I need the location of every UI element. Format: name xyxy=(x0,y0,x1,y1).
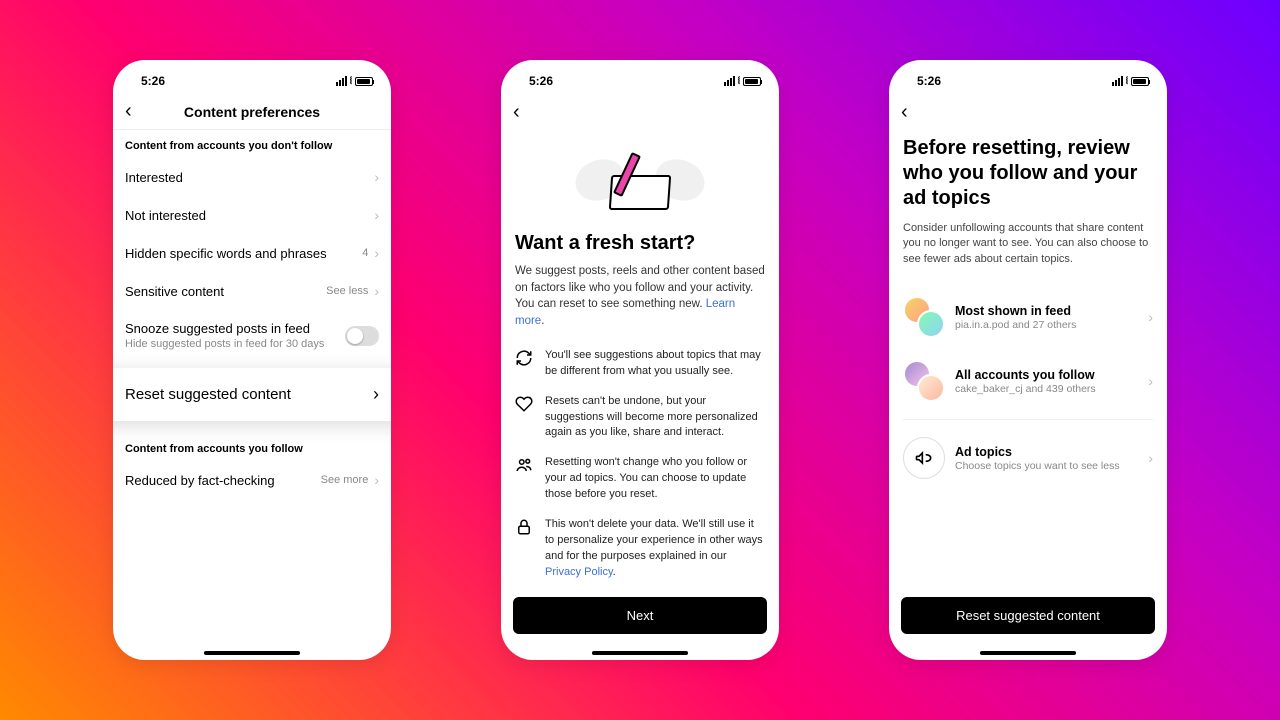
status-icons: ⧙ xyxy=(1112,75,1149,88)
nav-bar: ‹ xyxy=(501,94,779,130)
reset-button[interactable]: Reset suggested content xyxy=(901,597,1155,634)
status-bar: 5:26 ⧙ xyxy=(501,68,779,94)
chevron-right-icon: › xyxy=(373,384,379,405)
phone-content-preferences: 5:26 ⧙ ‹ Content preferences Content fro… xyxy=(113,60,391,660)
row-not-interested[interactable]: Not interested › xyxy=(113,196,391,234)
content-area: Content from accounts you don't follow I… xyxy=(113,130,391,660)
back-button[interactable]: ‹ xyxy=(121,96,136,127)
people-icon xyxy=(515,455,535,503)
nav-bar: ‹ Content preferences xyxy=(113,94,391,130)
feature-text: You'll see suggestions about topics that… xyxy=(545,348,765,380)
content-area: Want a fresh start? We suggest posts, re… xyxy=(501,130,779,660)
feature-privacy: This won't delete your data. We'll still… xyxy=(515,517,765,581)
chevron-right-icon: › xyxy=(374,207,379,223)
sensitive-meta: See less xyxy=(326,285,368,297)
chevron-right-icon: › xyxy=(374,245,379,261)
chevron-right-icon: › xyxy=(374,283,379,299)
cellular-signal-icon xyxy=(724,76,735,86)
chevron-right-icon: › xyxy=(1148,373,1153,389)
chevron-right-icon: › xyxy=(374,169,379,185)
status-time: 5:26 xyxy=(529,74,553,88)
row-title: Most shown in feed xyxy=(955,304,1138,318)
hidden-words-count: 4 xyxy=(362,247,368,259)
status-bar: 5:26 ⧙ xyxy=(889,68,1167,94)
home-indicator[interactable] xyxy=(980,651,1076,655)
row-subtitle: pia.in.a.pod and 27 others xyxy=(955,319,1138,331)
row-most-shown[interactable]: Most shown in feed pia.in.a.pod and 27 o… xyxy=(903,285,1153,349)
lock-icon xyxy=(515,517,535,581)
row-label: Interested xyxy=(125,170,374,185)
snooze-subtitle: Hide suggested posts in feed for 30 days xyxy=(125,338,345,350)
review-title: Before resetting, review who you follow … xyxy=(903,136,1153,211)
feature-text: Resets can't be undone, but your suggest… xyxy=(545,394,765,442)
reduced-meta: See more xyxy=(321,474,369,486)
reset-label: Reset suggested content xyxy=(125,386,291,403)
row-title: All accounts you follow xyxy=(955,368,1138,382)
feature-text: This won't delete your data. We'll still… xyxy=(545,517,765,581)
divider xyxy=(903,419,1153,420)
status-icons: ⧙ xyxy=(724,75,761,88)
status-time: 5:26 xyxy=(917,74,941,88)
battery-icon xyxy=(1131,77,1149,86)
back-button[interactable]: ‹ xyxy=(897,97,912,128)
row-sensitive-content[interactable]: Sensitive content See less › xyxy=(113,272,391,310)
row-label: Hidden specific words and phrases xyxy=(125,246,362,261)
page-title: Content preferences xyxy=(113,104,391,120)
chevron-right-icon: › xyxy=(1148,450,1153,466)
section-header-dont-follow: Content from accounts you don't follow xyxy=(113,130,391,158)
privacy-policy-link[interactable]: Privacy Policy xyxy=(545,566,613,578)
avatar-stack xyxy=(903,296,945,338)
content-area: Before resetting, review who you follow … xyxy=(889,130,1167,660)
cellular-signal-icon xyxy=(336,76,347,86)
feature-text: Resetting won't change who you follow or… xyxy=(545,455,765,503)
row-subtitle: Choose topics you want to see less xyxy=(955,460,1138,472)
section-header-follow: Content from accounts you follow xyxy=(113,433,391,461)
row-hidden-words[interactable]: Hidden specific words and phrases 4 › xyxy=(113,234,391,272)
wifi-icon: ⧙ xyxy=(350,75,352,88)
heart-icon xyxy=(515,394,535,442)
row-label: Not interested xyxy=(125,208,374,223)
refresh-icon xyxy=(515,348,535,380)
row-label: Sensitive content xyxy=(125,284,326,299)
battery-icon xyxy=(743,77,761,86)
row-reduced-fact-check[interactable]: Reduced by fact-checking See more › xyxy=(113,461,391,499)
wifi-icon: ⧙ xyxy=(1126,75,1128,88)
home-indicator[interactable] xyxy=(204,651,300,655)
phone-fresh-start: 5:26 ⧙ ‹ Want a fresh start? We suggest … xyxy=(501,60,779,660)
status-time: 5:26 xyxy=(141,74,165,88)
pencil-book-illustration xyxy=(580,140,700,220)
row-ad-topics[interactable]: Ad topics Choose topics you want to see … xyxy=(903,426,1153,490)
chevron-right-icon: › xyxy=(374,472,379,488)
review-description: Consider unfollowing accounts that share… xyxy=(903,221,1153,267)
next-button[interactable]: Next xyxy=(513,597,767,634)
row-snooze-suggested: Snooze suggested posts in feed Hide sugg… xyxy=(113,310,391,361)
row-reset-suggested[interactable]: Reset suggested content › xyxy=(113,368,391,421)
battery-icon xyxy=(355,77,373,86)
fresh-start-description: We suggest posts, reels and other conten… xyxy=(515,263,765,330)
home-indicator[interactable] xyxy=(592,651,688,655)
row-title: Ad topics xyxy=(955,445,1138,459)
feature-suggestions: You'll see suggestions about topics that… xyxy=(515,348,765,380)
snooze-title: Snooze suggested posts in feed xyxy=(125,321,345,336)
status-icons: ⧙ xyxy=(336,75,373,88)
phone-review-before-reset: 5:26 ⧙ ‹ Before resetting, review who yo… xyxy=(889,60,1167,660)
cellular-signal-icon xyxy=(1112,76,1123,86)
row-subtitle: cake_baker_cj and 439 others xyxy=(955,383,1138,395)
status-bar: 5:26 ⧙ xyxy=(113,68,391,94)
megaphone-icon xyxy=(903,437,945,479)
feature-personalize: Resets can't be undone, but your suggest… xyxy=(515,394,765,442)
fresh-start-title: Want a fresh start? xyxy=(515,232,765,255)
row-interested[interactable]: Interested › xyxy=(113,158,391,196)
feature-following: Resetting won't change who you follow or… xyxy=(515,455,765,503)
wifi-icon: ⧙ xyxy=(738,75,740,88)
row-label: Reduced by fact-checking xyxy=(125,473,321,488)
nav-bar: ‹ xyxy=(889,94,1167,130)
row-all-accounts[interactable]: All accounts you follow cake_baker_cj an… xyxy=(903,349,1153,413)
avatar-stack xyxy=(903,360,945,402)
snooze-toggle[interactable] xyxy=(345,326,379,346)
chevron-right-icon: › xyxy=(1148,309,1153,325)
back-button[interactable]: ‹ xyxy=(509,97,524,128)
